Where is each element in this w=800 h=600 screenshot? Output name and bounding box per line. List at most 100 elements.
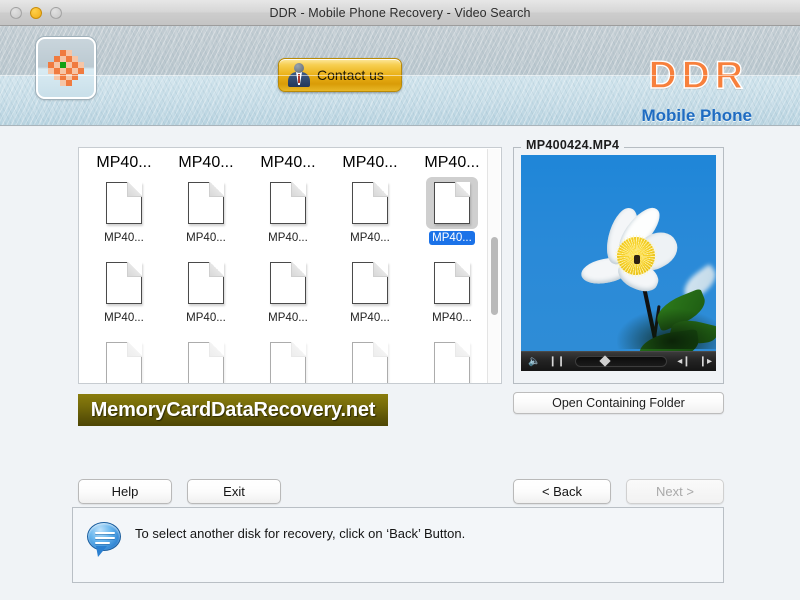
website-banner: MemoryCardDataRecovery.net <box>78 394 388 426</box>
file-thumb <box>262 337 314 384</box>
file-thumb <box>262 257 314 309</box>
file-item[interactable]: MP40... <box>329 254 411 334</box>
step-forward-icon[interactable]: ❙▸ <box>699 357 712 367</box>
help-button[interactable]: Help <box>78 479 172 504</box>
document-icon <box>188 342 224 384</box>
file-item[interactable]: MP40... <box>247 174 329 254</box>
file-item[interactable]: MP40... <box>165 174 247 254</box>
file-thumb <box>344 337 396 384</box>
file-item-label: MP40... <box>101 311 147 325</box>
exit-button-label: Exit <box>223 484 245 499</box>
document-icon <box>270 342 306 384</box>
file-item[interactable] <box>83 334 165 384</box>
file-item-label: MP40... <box>429 311 475 325</box>
ddr-logo-subtitle: Mobile Phone <box>642 106 753 126</box>
checkered-flower-app-icon <box>36 37 96 99</box>
help-button-label: Help <box>112 484 139 499</box>
file-item-label: MP40... <box>183 231 229 245</box>
contact-us-button[interactable]: Contact us <box>278 58 402 92</box>
document-icon <box>270 182 306 224</box>
file-item[interactable]: MP40... <box>83 254 165 334</box>
app-window: DDR - Mobile Phone Recovery - Video Sear… <box>0 0 800 600</box>
preview-file-name: MP400424.MP4 <box>521 138 624 152</box>
file-item-label-top: MP40... <box>247 152 329 174</box>
file-item[interactable] <box>165 334 247 384</box>
info-bar: To select another disk for recovery, cli… <box>72 507 724 583</box>
preview-insect <box>634 255 640 264</box>
file-item-label: MP40... <box>265 311 311 325</box>
document-icon <box>188 182 224 224</box>
window-title: DDR - Mobile Phone Recovery - Video Sear… <box>0 6 800 20</box>
file-item[interactable] <box>411 334 493 384</box>
scrollbar-thumb[interactable] <box>491 237 498 315</box>
contact-us-label: Contact us <box>317 67 384 83</box>
file-thumb <box>180 337 232 384</box>
video-controls: 🔈 ❙❙ ◂❙ ❙▸ <box>521 351 716 371</box>
file-item-label-top: MP40... <box>411 152 493 174</box>
file-item[interactable]: MP40... <box>247 254 329 334</box>
file-item-label-top: MP40... <box>329 152 411 174</box>
document-icon <box>106 342 142 384</box>
volume-icon[interactable]: 🔈 <box>528 357 540 367</box>
info-message: To select another disk for recovery, cli… <box>135 526 465 541</box>
file-thumb <box>426 257 478 309</box>
file-list-panel[interactable]: MP40... MP40... MP40... MP40... MP40... MP40.… <box>78 147 502 384</box>
file-thumb <box>98 177 150 229</box>
video-scrubber[interactable] <box>575 356 667 367</box>
open-containing-folder-label: Open Containing Folder <box>552 396 685 410</box>
file-thumb <box>262 177 314 229</box>
video-preview[interactable]: 🔈 ❙❙ ◂❙ ❙▸ <box>521 155 716 371</box>
file-thumb <box>98 257 150 309</box>
file-item[interactable]: MP40... <box>411 174 493 254</box>
file-item-label: MP40... <box>342 154 397 172</box>
back-button-label: < Back <box>542 484 582 499</box>
file-item[interactable] <box>247 334 329 384</box>
document-icon <box>434 182 470 224</box>
document-icon <box>434 342 470 384</box>
file-item-label: MP40... <box>265 231 311 245</box>
document-icon <box>352 262 388 304</box>
ddr-logo: DDR <box>649 54 749 98</box>
preview-shadow <box>617 309 716 349</box>
file-thumb <box>344 257 396 309</box>
file-item[interactable]: MP40... <box>83 174 165 254</box>
file-item-label: MP40... <box>183 311 229 325</box>
file-item-label-top: MP40... <box>165 152 247 174</box>
file-thumb <box>426 177 478 229</box>
person-icon <box>288 63 310 87</box>
back-button[interactable]: < Back <box>513 479 611 504</box>
next-button-label: Next > <box>656 484 694 499</box>
file-item[interactable]: MP40... <box>329 174 411 254</box>
file-thumb <box>426 337 478 384</box>
file-item-label: MP40... <box>101 231 147 245</box>
exit-button[interactable]: Exit <box>187 479 281 504</box>
document-icon <box>352 182 388 224</box>
document-icon <box>188 262 224 304</box>
file-thumb <box>180 177 232 229</box>
header-banner: Contact us DDR Mobile Phone <box>0 26 800 126</box>
file-item-label: MP40... <box>96 154 151 172</box>
file-item-label: MP40... <box>347 231 393 245</box>
file-item-label: MP40... <box>260 154 315 172</box>
flower-glyph <box>47 48 85 88</box>
file-item-label-top: MP40... <box>83 152 165 174</box>
file-item[interactable] <box>329 334 411 384</box>
file-item-label: MP40... <box>178 154 233 172</box>
file-grid: MP40... MP40... MP40... MP40... MP40... MP40.… <box>79 148 489 384</box>
website-banner-text: MemoryCardDataRecovery.net <box>91 399 376 422</box>
title-bar: DDR - Mobile Phone Recovery - Video Sear… <box>0 0 800 26</box>
step-back-icon[interactable]: ◂❙ <box>677 357 690 367</box>
file-item-label: MP40... <box>347 311 393 325</box>
open-containing-folder-button[interactable]: Open Containing Folder <box>513 392 724 414</box>
file-item-label: MP40... <box>424 154 479 172</box>
file-item-label: MP40... <box>429 231 475 245</box>
content-area: MP40... MP40... MP40... MP40... MP40... MP40.… <box>0 127 800 600</box>
file-item[interactable]: MP40... <box>165 254 247 334</box>
speech-bubble-icon <box>87 522 121 551</box>
file-item[interactable]: MP40... <box>411 254 493 334</box>
pause-icon[interactable]: ❙❙ <box>548 357 565 367</box>
scrubber-handle[interactable] <box>600 355 611 366</box>
document-icon <box>434 262 470 304</box>
document-icon <box>270 262 306 304</box>
file-list-scrollbar[interactable] <box>487 149 500 384</box>
